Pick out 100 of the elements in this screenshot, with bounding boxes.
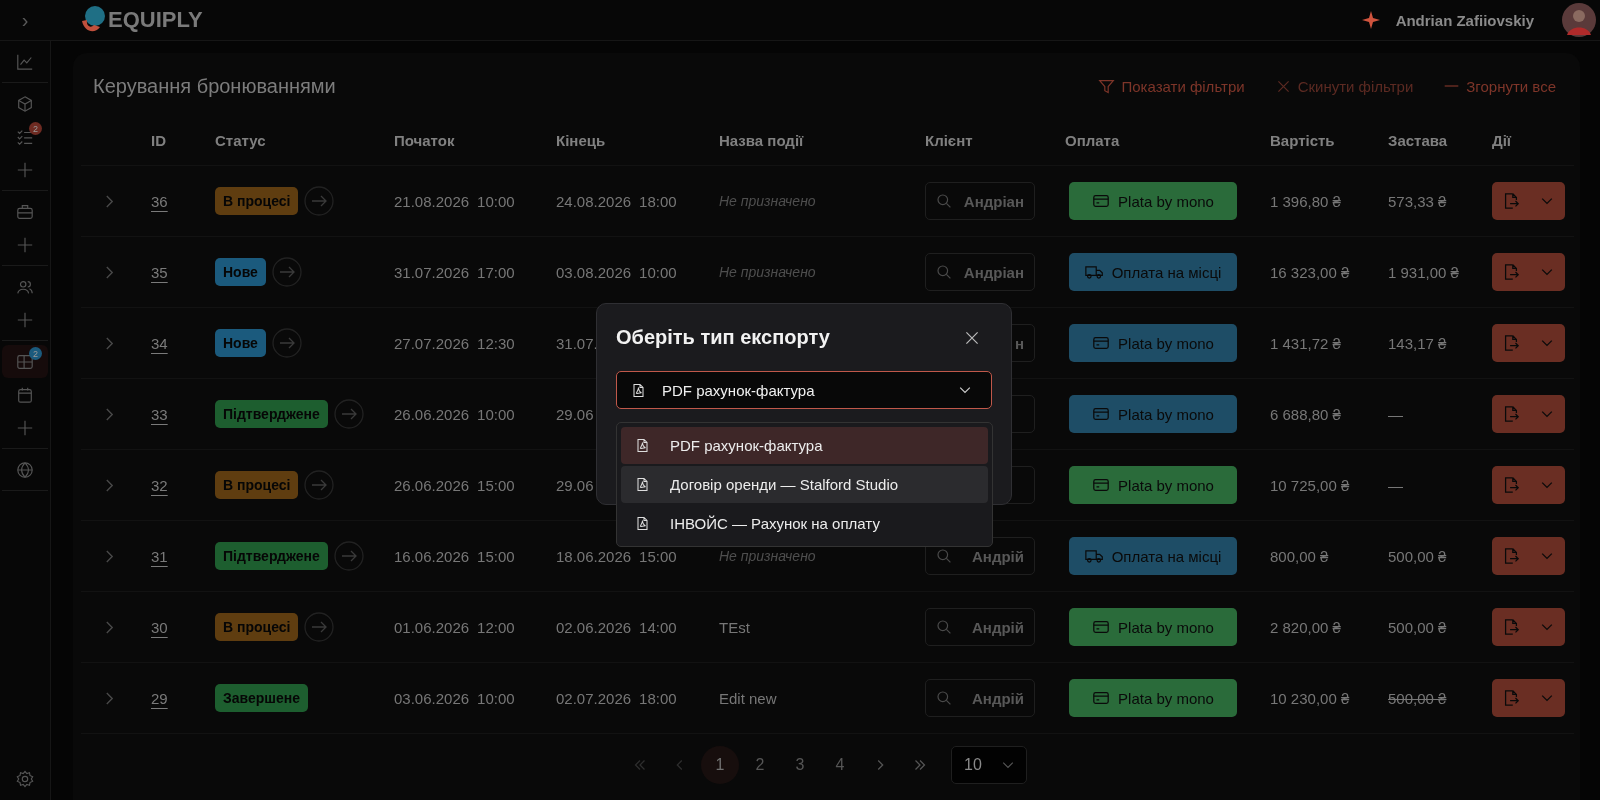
cost-value: 6 688,80 ₴ — [1270, 405, 1341, 423]
sidebar-item[interactable]: 2 — [2, 120, 48, 153]
dropdown-option[interactable]: PDF рахунок-фактура — [621, 427, 988, 464]
briefcase-icon — [16, 202, 34, 221]
status-badge: Підтверджене — [215, 542, 328, 570]
payment-button[interactable]: Plata by mono — [1069, 395, 1237, 433]
truck-icon — [1084, 263, 1104, 281]
export-split-button[interactable] — [1492, 466, 1565, 504]
expand-chevron-icon[interactable] — [105, 548, 114, 564]
next-status-button[interactable] — [271, 257, 302, 287]
expand-chevron-icon[interactable] — [105, 193, 114, 209]
column-header: Кінець — [556, 131, 607, 149]
id-link[interactable]: 33 — [151, 405, 168, 423]
header-action-button[interactable]: Показати фільтри — [1098, 77, 1245, 95]
next-status-button[interactable] — [304, 612, 335, 642]
export-split-button[interactable] — [1492, 679, 1565, 717]
card-icon — [1092, 689, 1111, 707]
id-link[interactable]: 36 — [151, 192, 168, 210]
avatar[interactable] — [1562, 3, 1596, 37]
payment-button[interactable]: Оплата на місці — [1069, 253, 1237, 291]
end-date: 31.07. — [556, 334, 598, 352]
client-search-field[interactable]: Андріан — [925, 182, 1035, 220]
search-icon — [936, 193, 952, 209]
end-time: 10:00 — [639, 263, 677, 281]
payment-button[interactable]: Plata by mono — [1069, 679, 1237, 717]
globe-icon — [16, 460, 34, 479]
event-name: Не призначено — [719, 193, 816, 209]
start-time: 12:30 — [477, 334, 515, 352]
payment-button[interactable]: Plata by mono — [1069, 608, 1237, 646]
column-header: Застава — [1388, 131, 1449, 149]
pdf-file-icon — [635, 477, 650, 492]
search-icon — [936, 690, 952, 706]
sidebar-item[interactable]: 2 — [2, 345, 48, 378]
end-date: 29.06 — [556, 476, 594, 494]
expand-chevron-icon[interactable] — [105, 335, 114, 351]
page-button[interactable]: 1 — [701, 746, 739, 784]
expand-chevron-icon[interactable] — [105, 690, 114, 706]
chart-icon — [16, 52, 34, 71]
next-status-button[interactable] — [333, 399, 364, 429]
end-time: 18:00 — [639, 192, 677, 210]
start-time: 17:00 — [477, 263, 515, 281]
page-button[interactable]: 3 — [781, 746, 819, 784]
close-icon[interactable] — [964, 329, 980, 346]
start-time: 10:00 — [477, 192, 515, 210]
expand-chevron-icon[interactable] — [105, 477, 114, 493]
dropdown-option[interactable]: Договір оренди — Stalford Studio — [621, 466, 988, 503]
export-split-button[interactable] — [1492, 537, 1565, 575]
page-button[interactable]: 4 — [821, 746, 859, 784]
export-split-button[interactable] — [1492, 608, 1565, 646]
start-time: 15:00 — [477, 476, 515, 494]
header-action-button[interactable]: Згорнути все — [1443, 77, 1556, 95]
expand-chevron-icon[interactable] — [105, 264, 114, 280]
next-status-button[interactable] — [333, 541, 364, 571]
payment-button[interactable]: Оплата на місці — [1069, 537, 1237, 575]
end-date: 18.06.2026 — [556, 547, 632, 565]
card-icon — [1092, 334, 1111, 352]
export-split-button[interactable] — [1492, 395, 1565, 433]
start-time: 10:00 — [477, 689, 515, 707]
plus-icon — [16, 310, 34, 329]
export-split-button[interactable] — [1492, 253, 1565, 291]
dialog-title: Оберіть тип експорту — [616, 326, 830, 349]
page-button[interactable]: 2 — [741, 746, 779, 784]
export-split-button[interactable] — [1492, 182, 1565, 220]
id-link[interactable]: 30 — [151, 618, 168, 636]
export-split-button[interactable] — [1492, 324, 1565, 362]
deposit-value: 573,33 ₴ — [1388, 192, 1447, 210]
payment-button[interactable]: Plata by mono — [1069, 466, 1237, 504]
status-badge: Завершене — [215, 684, 308, 712]
payment-button[interactable]: Plata by mono — [1069, 324, 1237, 362]
client-search-field[interactable]: Андріан — [925, 253, 1035, 291]
sidebar-toggle-button[interactable]: › — [0, 8, 50, 32]
next-status-button[interactable] — [304, 470, 335, 500]
event-name: TEst — [719, 618, 750, 636]
minus-icon — [1443, 85, 1461, 87]
page-size-select[interactable]: 10 — [951, 746, 1027, 784]
expand-chevron-icon[interactable] — [105, 619, 114, 635]
payment-button[interactable]: Plata by mono — [1069, 182, 1237, 220]
id-link[interactable]: 29 — [151, 689, 168, 707]
card-icon — [1092, 618, 1111, 636]
sparkle-icon[interactable] — [1361, 11, 1380, 29]
start-time: 15:00 — [477, 547, 515, 565]
export-type-select[interactable]: PDF рахунок-фактура — [616, 371, 992, 409]
id-link[interactable]: 32 — [151, 476, 168, 494]
expand-chevron-icon[interactable] — [105, 406, 114, 422]
card-icon — [1092, 405, 1111, 423]
deposit-value: 500,00 ₴ — [1388, 689, 1447, 707]
client-search-field[interactable]: Андрій — [925, 608, 1035, 646]
client-search-field[interactable]: Андрій — [925, 679, 1035, 717]
status-badge: Підтверджене — [215, 400, 328, 428]
id-link[interactable]: 31 — [151, 547, 168, 565]
column-header: Вартість — [1270, 131, 1336, 149]
next-status-button[interactable] — [271, 328, 302, 358]
id-link[interactable]: 35 — [151, 263, 168, 281]
end-time: 14:00 — [639, 618, 677, 636]
next-status-button[interactable] — [304, 186, 335, 216]
cost-value: 10 725,00 ₴ — [1270, 476, 1350, 494]
id-link[interactable]: 34 — [151, 334, 168, 352]
plus-icon — [16, 418, 34, 437]
status-badge: В процесі — [215, 613, 299, 641]
cost-value: 2 820,00 ₴ — [1270, 618, 1341, 636]
